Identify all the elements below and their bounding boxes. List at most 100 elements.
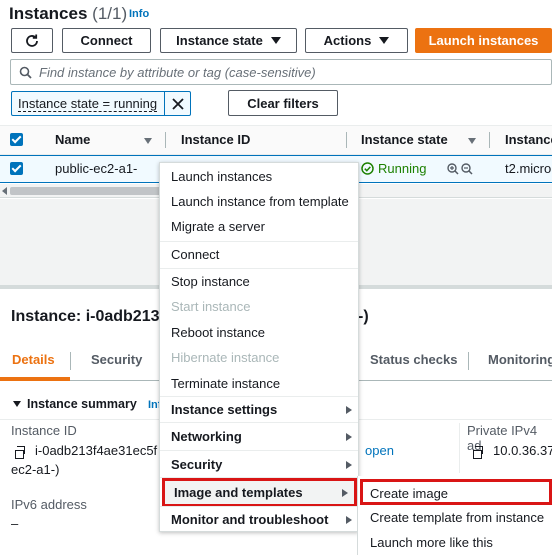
private-ip-value: 10.0.36.37: [493, 443, 552, 458]
chevron-right-icon: [346, 406, 352, 414]
menu-item-label: Migrate a server: [171, 219, 265, 234]
instance-state-label: Instance state: [176, 33, 263, 48]
instance-state-dropdown[interactable]: Instance state: [160, 28, 297, 53]
zoom-in-icon[interactable]: [447, 163, 459, 175]
filter-token-label: Instance state = running: [18, 96, 158, 112]
submenu-item-label: Create image: [370, 486, 449, 501]
menu-item-monitor-and-troubleshoot[interactable]: Monitor and troubleshoot: [160, 507, 358, 532]
instance-id-suffix: ec2-a1-): [11, 462, 60, 477]
menu-item-hibernate-instance: Hibernate instance: [160, 345, 358, 370]
instance-summary-header[interactable]: Instance summary: [13, 397, 137, 411]
submenu-item-launch-more[interactable]: Launch more like this: [370, 535, 493, 550]
menu-item-label: Hibernate instance: [171, 350, 280, 365]
page-title: Instances (1/1): [9, 4, 127, 24]
row-checkbox[interactable]: [10, 162, 23, 175]
menu-item-label: Monitor and troubleshoot: [171, 512, 329, 527]
instance-summary-label: Instance summary: [27, 397, 137, 411]
chevron-right-icon: [346, 433, 352, 441]
select-all-checkbox[interactable]: [10, 133, 23, 146]
menu-item-label: Image and templates: [174, 485, 303, 500]
chevron-right-icon: [346, 461, 352, 469]
connect-button[interactable]: Connect: [62, 28, 151, 53]
details-title-suffix: -): [358, 308, 369, 325]
menu-item-label: Launch instances: [171, 169, 273, 184]
submenu-item-create-image[interactable]: Create image: [360, 479, 552, 505]
close-icon: [172, 97, 184, 110]
chevron-down-icon: [379, 37, 390, 44]
filter-token[interactable]: Instance state = running: [11, 91, 191, 116]
clear-filters-label: Clear filters: [247, 95, 319, 111]
submenu-item-create-template[interactable]: Create template from instance: [370, 510, 544, 525]
sort-icon[interactable]: [468, 138, 476, 144]
menu-item-label: Security: [171, 457, 223, 472]
search-input[interactable]: Find instance by attribute or tag (case-…: [10, 59, 552, 85]
connect-button-label: Connect: [80, 33, 133, 48]
menu-item-label: Instance settings: [171, 402, 278, 417]
tab-status-checks[interactable]: Status checks: [370, 352, 457, 367]
menu-item-launch-from-template[interactable]: Launch instance from template: [160, 189, 358, 214]
search-placeholder: Find instance by attribute or tag (case-…: [39, 65, 316, 80]
actions-menu: Launch instances Launch instance from te…: [159, 162, 359, 532]
row-state: Running: [361, 161, 426, 176]
menu-item-start-instance: Start instance: [160, 294, 358, 319]
actions-dropdown[interactable]: Actions: [305, 28, 408, 53]
actions-label: Actions: [323, 33, 372, 48]
tab-details[interactable]: Details: [12, 352, 55, 367]
scrollbar-thumb[interactable]: [10, 187, 170, 195]
instance-count: (1/1): [92, 4, 128, 23]
menu-item-stop-instance[interactable]: Stop instance: [160, 269, 358, 294]
info-link[interactable]: Info: [129, 8, 149, 20]
clear-filters-button[interactable]: Clear filters: [228, 90, 338, 116]
menu-item-image-and-templates[interactable]: Image and templates: [162, 478, 357, 507]
menu-item-label: Connect: [171, 247, 220, 262]
refresh-button[interactable]: [11, 28, 53, 53]
launch-instances-label: Launch instances: [428, 33, 539, 48]
menu-item-instance-settings[interactable]: Instance settings: [160, 397, 358, 422]
menu-item-networking[interactable]: Networking: [160, 424, 358, 449]
refresh-icon: [26, 34, 38, 47]
menu-item-label: Launch instance from template: [171, 194, 349, 209]
row-state-label: Running: [378, 161, 427, 176]
chevron-right-icon: [346, 516, 352, 524]
search-icon: [19, 66, 32, 79]
menu-item-reboot-instance[interactable]: Reboot instance: [160, 320, 358, 345]
instance-id-label: Instance ID: [11, 423, 77, 438]
ipv6-label: IPv6 address: [11, 497, 87, 512]
menu-item-terminate-instance[interactable]: Terminate instance: [160, 371, 358, 396]
menu-item-launch-instances[interactable]: Launch instances: [160, 164, 358, 189]
menu-item-security[interactable]: Security: [160, 452, 358, 477]
image-templates-submenu: Create image Create template from instan…: [357, 476, 552, 555]
chevron-right-icon: [342, 489, 348, 497]
column-header-instance-state[interactable]: Instance state: [361, 132, 448, 147]
chevron-down-icon: [270, 37, 281, 44]
scroll-left-arrow[interactable]: [2, 187, 7, 195]
row-name: public-ec2-a1-: [55, 161, 138, 176]
menu-item-connect[interactable]: Connect: [160, 242, 358, 267]
menu-item-label: Stop instance: [171, 274, 250, 289]
filter-dismiss-button[interactable]: [164, 92, 191, 115]
page-title-text: Instances: [9, 4, 88, 23]
active-tab-indicator: [0, 377, 70, 381]
tab-security[interactable]: Security: [91, 352, 142, 367]
menu-item-label: Reboot instance: [171, 325, 265, 340]
launch-instances-button[interactable]: Launch instances: [415, 28, 552, 53]
column-header-instance-id[interactable]: Instance ID: [181, 132, 250, 147]
menu-item-migrate-server[interactable]: Migrate a server: [160, 214, 358, 239]
menu-item-label: Start instance: [171, 299, 251, 314]
row-instance-type: t2.micro: [505, 161, 552, 176]
column-header-name[interactable]: Name: [55, 132, 90, 147]
copy-icon[interactable]: [15, 446, 25, 459]
collapse-icon: [13, 401, 21, 407]
open-link[interactable]: open: [365, 443, 394, 458]
copy-icon[interactable]: [473, 446, 483, 459]
instance-id-value: i-0adb213f4ae31ec5f: [35, 443, 158, 458]
column-header-instance-type[interactable]: Instance: [505, 132, 552, 147]
sort-icon[interactable]: [144, 138, 152, 144]
tab-monitoring[interactable]: Monitoring: [488, 352, 552, 367]
menu-item-label: Networking: [171, 429, 242, 444]
ipv6-value: –: [11, 516, 19, 531]
zoom-out-icon[interactable]: [461, 163, 473, 175]
menu-item-label: Terminate instance: [171, 376, 281, 391]
details-title: Instance: i-0adb213: [11, 308, 160, 325]
check-circle-icon: [361, 162, 374, 175]
